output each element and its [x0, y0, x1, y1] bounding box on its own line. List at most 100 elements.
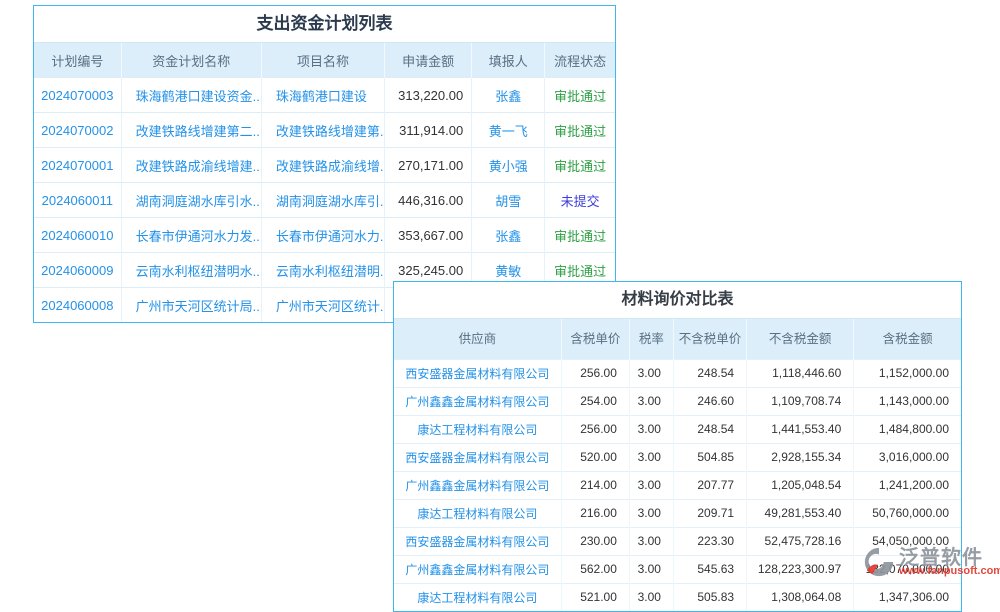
tax-rate: 3.00 [629, 499, 673, 527]
table-row: 康达工程材料有限公司216.003.00209.7149,281,553.405… [394, 499, 961, 527]
supplier-name-link[interactable]: 西安盛器金属材料有限公司 [394, 443, 561, 471]
project-name-link[interactable]: 广州市天河区统计... [261, 288, 384, 323]
tax-excl-unit-price: 248.54 [673, 415, 746, 443]
reporter-name: 胡雪 [472, 183, 545, 218]
tax-excl-amount: 1,118,446.60 [747, 359, 854, 387]
column-header: 不含税单价 [673, 319, 746, 359]
plan-id-link[interactable]: 2024070001 [34, 148, 121, 183]
tax-excl-unit-price: 223.30 [673, 527, 746, 555]
tax-incl-amount: 54,050,000.00 [854, 527, 961, 555]
project-name-link[interactable]: 云南水利枢纽潜明... [261, 253, 384, 288]
table-row: 广州鑫鑫金属材料有限公司562.003.00545.63128,223,300.… [394, 555, 961, 583]
supplier-name-link[interactable]: 康达工程材料有限公司 [394, 499, 561, 527]
plan-id-link[interactable]: 2024060008 [34, 288, 121, 323]
column-header: 项目名称 [261, 43, 384, 78]
supplier-name-link[interactable]: 广州鑫鑫金属材料有限公司 [394, 555, 561, 583]
tax-excl-amount: 1,109,708.74 [747, 387, 854, 415]
tax-incl-unit-price: 256.00 [561, 415, 629, 443]
tax-rate: 3.00 [629, 555, 673, 583]
tax-incl-amount: 1,143,000.00 [854, 387, 961, 415]
tax-incl-unit-price: 520.00 [561, 443, 629, 471]
tax-incl-amount: 132,070,000.00 [854, 555, 961, 583]
tax-incl-amount: 1,152,000.00 [854, 359, 961, 387]
plan-table-header-row: 计划编号资金计划名称项目名称申请金额填报人流程状态 [34, 43, 615, 78]
fund-plan-name-link[interactable]: 云南水利枢纽潜明水... [121, 253, 261, 288]
supplier-name-link[interactable]: 广州鑫鑫金属材料有限公司 [394, 471, 561, 499]
column-header: 供应商 [394, 319, 561, 359]
tax-excl-unit-price: 505.83 [673, 583, 746, 611]
fund-plan-name-link[interactable]: 湖南洞庭湖水库引水... [121, 183, 261, 218]
supplier-name-link[interactable]: 广州鑫鑫金属材料有限公司 [394, 387, 561, 415]
supplier-name-link[interactable]: 西安盛器金属材料有限公司 [394, 527, 561, 555]
column-header: 填报人 [472, 43, 545, 78]
supplier-name-link[interactable]: 西安盛器金属材料有限公司 [394, 359, 561, 387]
table-row: 2024070001改建铁路成渝线增建...改建铁路成渝线增...270,171… [34, 148, 615, 183]
tax-excl-unit-price: 246.60 [673, 387, 746, 415]
reporter-name: 张鑫 [472, 78, 545, 113]
plan-id-link[interactable]: 2024060011 [34, 183, 121, 218]
project-name-link[interactable]: 改建铁路成渝线增... [261, 148, 384, 183]
supplier-name-link[interactable]: 康达工程材料有限公司 [394, 415, 561, 443]
quote-table-title: 材料询价对比表 [394, 282, 961, 319]
flow-status: 审批通过 [545, 78, 615, 113]
tax-rate: 3.00 [629, 359, 673, 387]
apply-amount: 270,171.00 [385, 148, 472, 183]
tax-rate: 3.00 [629, 387, 673, 415]
project-name-link[interactable]: 改建铁路线增建第... [261, 113, 384, 148]
fund-plan-name-link[interactable]: 广州市天河区统计局... [121, 288, 261, 323]
table-row: 2024060011湖南洞庭湖水库引水...湖南洞庭湖水库引...446,316… [34, 183, 615, 218]
table-row: 西安盛器金属材料有限公司520.003.00504.852,928,155.34… [394, 443, 961, 471]
tax-excl-amount: 1,205,048.54 [747, 471, 854, 499]
fund-plan-name-link[interactable]: 长春市伊通河水力发... [121, 218, 261, 253]
column-header: 资金计划名称 [121, 43, 261, 78]
tax-excl-unit-price: 545.63 [673, 555, 746, 583]
tax-incl-amount: 50,760,000.00 [854, 499, 961, 527]
fund-plan-name-link[interactable]: 改建铁路成渝线增建... [121, 148, 261, 183]
table-row: 西安盛器金属材料有限公司256.003.00248.541,118,446.60… [394, 359, 961, 387]
fund-plan-name-link[interactable]: 珠海鹤港口建设资金... [121, 78, 261, 113]
column-header: 计划编号 [34, 43, 121, 78]
table-row: 西安盛器金属材料有限公司230.003.00223.3052,475,728.1… [394, 527, 961, 555]
plan-id-link[interactable]: 2024070003 [34, 78, 121, 113]
plan-id-link[interactable]: 2024060010 [34, 218, 121, 253]
tax-incl-unit-price: 230.00 [561, 527, 629, 555]
tax-incl-unit-price: 256.00 [561, 359, 629, 387]
project-name-link[interactable]: 湖南洞庭湖水库引... [261, 183, 384, 218]
table-row: 广州鑫鑫金属材料有限公司254.003.00246.601,109,708.74… [394, 387, 961, 415]
table-row: 2024070002改建铁路线增建第二...改建铁路线增建第...311,914… [34, 113, 615, 148]
plan-table-title: 支出资金计划列表 [34, 6, 615, 43]
tax-excl-unit-price: 209.71 [673, 499, 746, 527]
column-header: 申请金额 [385, 43, 472, 78]
apply-amount: 353,667.00 [385, 218, 472, 253]
quote-table: 材料询价对比表 供应商含税单价税率不含税单价不含税金额含税金额 西安盛器金属材料… [393, 281, 962, 612]
tax-excl-amount: 2,928,155.34 [747, 443, 854, 471]
flow-status: 审批通过 [545, 113, 615, 148]
tax-excl-amount: 128,223,300.97 [747, 555, 854, 583]
reporter-name: 张鑫 [472, 218, 545, 253]
plan-id-link[interactable]: 2024070002 [34, 113, 121, 148]
column-header: 含税单价 [561, 319, 629, 359]
apply-amount: 446,316.00 [385, 183, 472, 218]
flow-status: 审批通过 [545, 148, 615, 183]
apply-amount: 311,914.00 [385, 113, 472, 148]
tax-incl-amount: 1,484,800.00 [854, 415, 961, 443]
tax-incl-unit-price: 214.00 [561, 471, 629, 499]
tax-excl-unit-price: 248.54 [673, 359, 746, 387]
column-header: 流程状态 [545, 43, 615, 78]
project-name-link[interactable]: 长春市伊通河水力... [261, 218, 384, 253]
supplier-name-link[interactable]: 康达工程材料有限公司 [394, 583, 561, 611]
table-row: 2024060010长春市伊通河水力发...长春市伊通河水力...353,667… [34, 218, 615, 253]
tax-incl-unit-price: 521.00 [561, 583, 629, 611]
table-row: 2024070003珠海鹤港口建设资金...珠海鹤港口建设313,220.00张… [34, 78, 615, 113]
tax-incl-amount: 1,241,200.00 [854, 471, 961, 499]
column-header: 含税金额 [854, 319, 961, 359]
tax-rate: 3.00 [629, 527, 673, 555]
plan-id-link[interactable]: 2024060009 [34, 253, 121, 288]
fund-plan-name-link[interactable]: 改建铁路线增建第二... [121, 113, 261, 148]
tax-excl-amount: 1,441,553.40 [747, 415, 854, 443]
tax-rate: 3.00 [629, 443, 673, 471]
tax-incl-amount: 1,347,306.00 [854, 583, 961, 611]
project-name-link[interactable]: 珠海鹤港口建设 [261, 78, 384, 113]
column-header: 税率 [629, 319, 673, 359]
tax-excl-amount: 52,475,728.16 [747, 527, 854, 555]
